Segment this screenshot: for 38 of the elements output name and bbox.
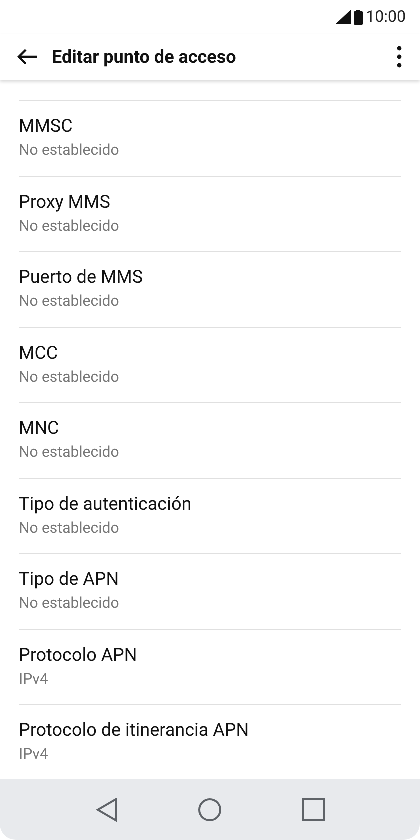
setting-label: Tipo de autenticación bbox=[19, 492, 193, 517]
back-icon bbox=[96, 798, 118, 822]
setting-value: No establecido bbox=[19, 366, 120, 388]
setting-value: No establecido bbox=[19, 442, 120, 464]
setting-label: Protocolo de itinerancia APN bbox=[19, 719, 250, 744]
setting-item[interactable]: Tipo de APN No establecido bbox=[19, 553, 401, 628]
home-button[interactable] bbox=[198, 798, 222, 822]
setting-item[interactable]: Proxy MMS No establecido bbox=[19, 176, 401, 251]
setting-value: No establecido bbox=[19, 593, 120, 614]
setting-label: Tipo de APN bbox=[19, 568, 120, 592]
setting-label: Proxy MMS bbox=[19, 190, 112, 215]
recents-icon bbox=[302, 798, 324, 821]
setting-label: Puerto de MMS bbox=[19, 266, 144, 290]
status-time: 10:00 bbox=[366, 6, 406, 28]
setting-value: IPv4 bbox=[19, 668, 50, 690]
setting-label: MCC bbox=[19, 342, 60, 366]
setting-label: Protocolo APN bbox=[19, 644, 138, 668]
home-icon bbox=[198, 798, 222, 822]
setting-item[interactable]: MNC No establecido bbox=[19, 402, 401, 478]
setting-item[interactable]: Protocolo APN IPv4 bbox=[19, 628, 401, 704]
more-options-icon bbox=[396, 46, 402, 68]
setting-item[interactable]: Tipo de autenticación No establecido bbox=[19, 478, 401, 553]
setting-label: MNC bbox=[19, 417, 60, 442]
battery-icon bbox=[354, 10, 364, 24]
signal-icon bbox=[336, 10, 352, 24]
screen-title: Editar punto de acceso bbox=[52, 46, 236, 70]
setting-item[interactable]: Puerto de MMS No establecido bbox=[19, 251, 401, 326]
back-arrow-icon bbox=[16, 48, 38, 66]
setting-label: MMSC bbox=[19, 115, 74, 140]
recents-button[interactable] bbox=[302, 798, 324, 821]
setting-item[interactable]: MMSC No establecido bbox=[19, 100, 401, 176]
setting-value: No establecido bbox=[19, 216, 120, 237]
setting-value: No establecido bbox=[19, 518, 120, 539]
back-nav-button[interactable] bbox=[96, 798, 118, 822]
setting-value: No establecido bbox=[19, 140, 120, 162]
setting-value: IPv4 bbox=[19, 744, 50, 766]
setting-item[interactable]: MCC No establecido bbox=[19, 326, 401, 402]
setting-value: No establecido bbox=[19, 291, 120, 312]
